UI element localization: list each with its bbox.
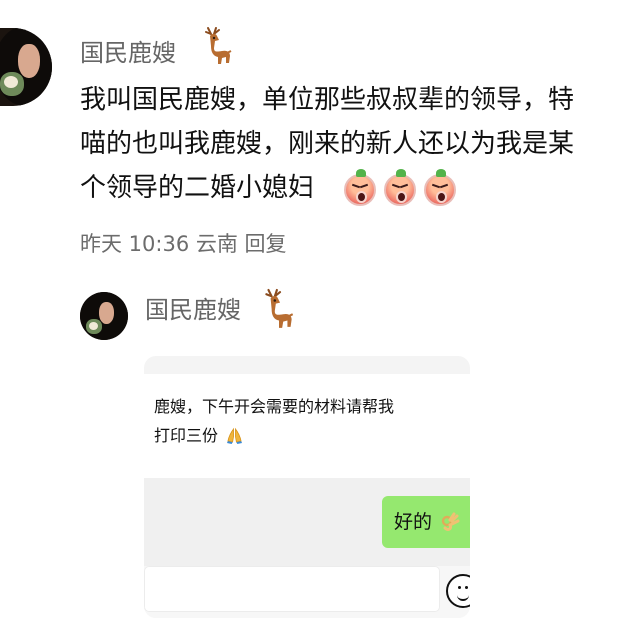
incoming-message-text: 打印三份 — [154, 426, 219, 445]
ok-hand-icon — [441, 512, 460, 531]
message-composer — [144, 566, 470, 618]
deer-icon — [205, 27, 232, 64]
post-content-line: 喵的也叫我鹿嫂，刚来的新人还以为我是某 — [80, 129, 575, 159]
post-author-name[interactable]: 国民鹿嫂 — [80, 38, 176, 68]
reply-author-avatar[interactable] — [80, 292, 128, 340]
post-meta[interactable]: 昨天 10:36 云南 回复 — [80, 228, 287, 258]
emoji-icon[interactable] — [446, 574, 470, 608]
pray-hands-icon — [227, 427, 243, 444]
reaction-emojis — [344, 169, 460, 214]
incoming-message: 鹿嫂，下午开会需要的材料请帮我 打印三份 — [144, 374, 470, 478]
chat-screenshot-card[interactable]: 鹿嫂，下午开会需要的材料请帮我 打印三份 好的 — [144, 356, 470, 618]
angry-face-icon — [384, 169, 416, 206]
angry-face-icon — [424, 169, 456, 206]
message-input[interactable] — [144, 566, 440, 612]
incoming-message-line: 鹿嫂，下午开会需要的材料请帮我 — [154, 397, 395, 416]
deer-icon — [265, 288, 294, 328]
incoming-message-line: 打印三份 — [154, 421, 462, 450]
reply-author-name[interactable]: 国民鹿嫂 — [145, 295, 241, 325]
outgoing-message[interactable]: 好的 — [382, 496, 470, 548]
post-content-line: 我叫国民鹿嫂，单位那些叔叔辈的领导，特 — [80, 85, 575, 115]
angry-face-icon — [344, 169, 376, 206]
comment-page: 国民鹿嫂 我叫国民鹿嫂，单位那些叔叔辈的领导，特 喵的也叫我鹿嫂，刚来的新人还以… — [0, 0, 640, 632]
outgoing-message-text: 好的 — [394, 511, 433, 533]
chat-thread: 好的 — [144, 478, 470, 566]
post-author-avatar[interactable] — [0, 28, 52, 106]
